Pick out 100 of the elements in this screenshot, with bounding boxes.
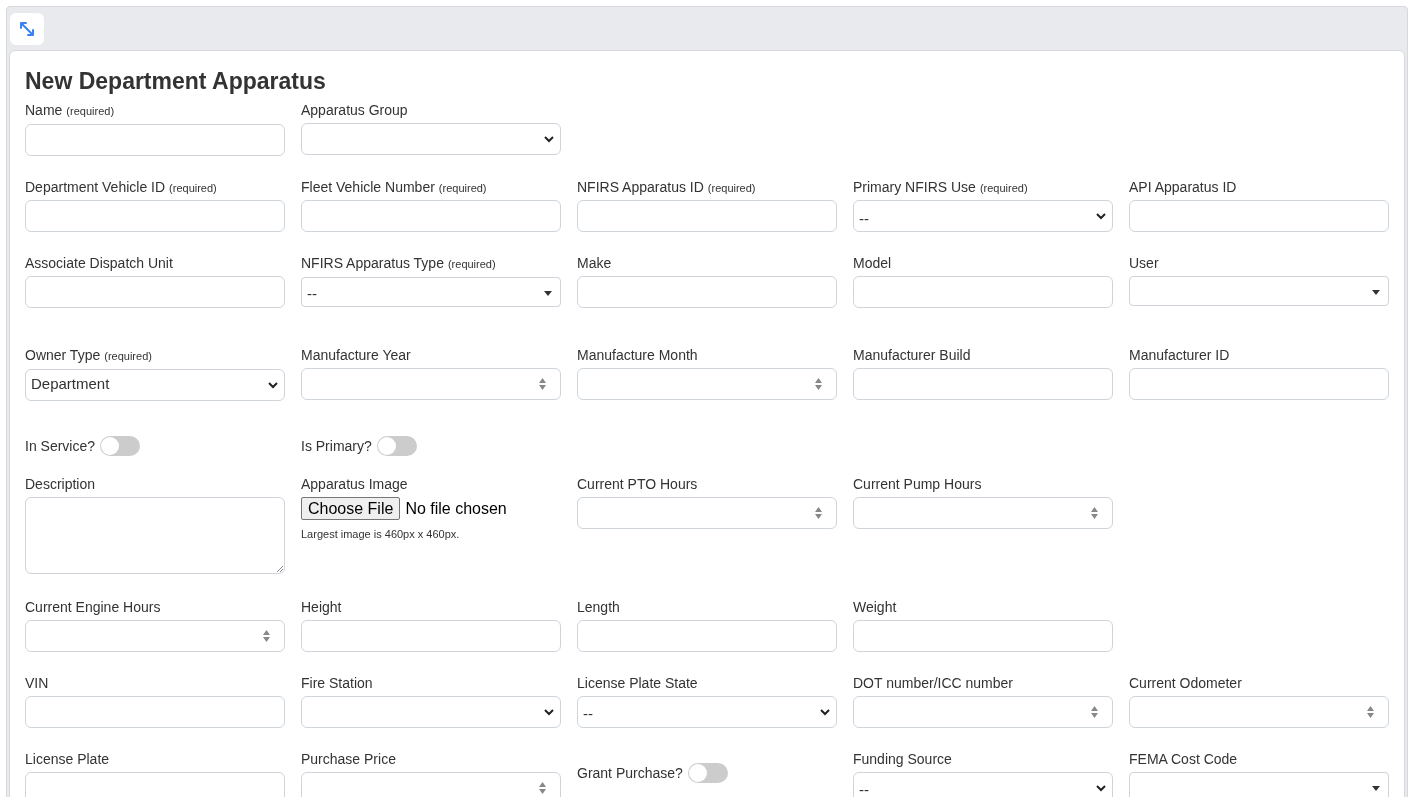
field-label: Height [301, 597, 342, 616]
spinner-arrows-icon [1367, 705, 1374, 718]
required-note: (required) [707, 180, 756, 196]
resize-handle-icon [276, 564, 283, 572]
field-value: -- [858, 780, 869, 797]
number-field[interactable] [301, 771, 561, 797]
field-label: License Plate [25, 749, 110, 768]
expand-icon [18, 20, 36, 38]
chevron-down-icon [544, 707, 554, 716]
chevron-down-icon [268, 380, 278, 389]
field-value: -- [858, 208, 869, 229]
field-label: User [1129, 254, 1159, 272]
field-label: Department Vehicle ID [25, 177, 166, 196]
required-note: (required) [447, 257, 496, 272]
spinner-arrows-icon [815, 378, 822, 390]
chevron-down-icon [820, 707, 830, 716]
toggle-switch[interactable] [376, 435, 417, 456]
toggle-switch[interactable] [100, 435, 141, 456]
number-field[interactable] [1129, 695, 1389, 728]
text-field[interactable] [577, 200, 837, 232]
caret-down-icon [1372, 290, 1380, 295]
text-field[interactable] [301, 619, 561, 652]
field-label: Associate Dispatch Unit [25, 254, 173, 272]
chevron-down-icon [544, 135, 554, 143]
field-label: Owner Type [25, 346, 101, 364]
field-label: Manufacturer Build [853, 346, 971, 364]
text-field[interactable] [853, 619, 1113, 652]
help-text: Largest image is 460px x 460px. [301, 526, 461, 542]
select-field[interactable]: -- [853, 771, 1113, 797]
field-label: Manufacturer ID [1129, 346, 1230, 364]
select-field[interactable] [301, 695, 561, 728]
text-field[interactable] [1129, 199, 1389, 232]
textarea-field[interactable] [25, 496, 285, 574]
number-field[interactable] [853, 496, 1113, 529]
text-field[interactable] [301, 200, 561, 232]
chevron-down-icon [1096, 783, 1106, 792]
caret-down-icon [1372, 785, 1380, 791]
choose-file-button[interactable]: Choose File [301, 497, 401, 520]
dropdown-field[interactable] [1129, 276, 1389, 306]
form-title: New Department Apparatus [25, 67, 327, 96]
number-field[interactable] [301, 368, 561, 400]
text-field[interactable] [853, 368, 1113, 400]
spinner-arrows-icon [539, 378, 546, 390]
field-value: -- [582, 704, 593, 725]
required-note: (required) [104, 349, 152, 364]
file-status: No file chosen [405, 498, 507, 519]
field-label: Make [577, 254, 612, 272]
field-label: In Service? [25, 436, 96, 455]
text-field[interactable] [25, 771, 285, 797]
field-label: Apparatus Image [301, 474, 408, 493]
field-label: Purchase Price [301, 749, 396, 768]
field-label: Is Primary? [301, 436, 372, 455]
dropdown-field[interactable] [1129, 771, 1389, 797]
field-label: VIN [25, 673, 49, 692]
field-label: API Apparatus ID [1129, 177, 1237, 196]
field-label: Current Odometer [1129, 673, 1242, 692]
field-label: NFIRS Apparatus ID [577, 177, 704, 196]
required-note: (required) [169, 180, 217, 196]
text-field[interactable] [25, 200, 285, 232]
field-label: Current PTO Hours [577, 474, 698, 493]
text-field[interactable] [577, 276, 837, 308]
field-label: Funding Source [853, 749, 952, 768]
number-field[interactable] [853, 695, 1113, 728]
chevron-down-icon [1096, 212, 1106, 220]
field-label: License Plate State [577, 673, 698, 692]
field-label: Current Engine Hours [25, 597, 161, 616]
field-label: Weight [853, 597, 897, 616]
field-label: Manufacture Month [577, 346, 698, 364]
select-field[interactable]: -- [577, 695, 837, 728]
field-label: Description [25, 474, 96, 493]
field-label: Name [25, 101, 63, 119]
text-field[interactable] [1129, 368, 1389, 400]
dropdown-field[interactable]: -- [301, 276, 561, 307]
text-field[interactable] [25, 123, 285, 156]
number-field[interactable] [577, 496, 837, 529]
spinner-arrows-icon [263, 629, 270, 642]
field-label: DOT number/ICC number [853, 673, 1013, 692]
field-label: Manufacture Year [301, 346, 411, 364]
text-field[interactable] [577, 619, 837, 652]
text-field[interactable] [853, 276, 1113, 308]
spinner-arrows-icon [815, 506, 822, 519]
field-label: FEMA Cost Code [1129, 749, 1238, 768]
text-field[interactable] [25, 276, 285, 308]
field-label: Fleet Vehicle Number [301, 177, 435, 196]
number-field[interactable] [577, 368, 837, 400]
spinner-arrows-icon [539, 781, 546, 794]
toggle-switch[interactable] [687, 762, 728, 783]
select-field[interactable]: -- [853, 200, 1113, 232]
required-note: (required) [979, 180, 1028, 196]
required-note: (required) [438, 180, 487, 196]
required-note: (required) [66, 104, 115, 119]
select-field[interactable]: Department [25, 368, 285, 401]
field-label: NFIRS Apparatus Type [301, 254, 444, 272]
spinner-arrows-icon [1091, 705, 1098, 718]
number-field[interactable] [25, 619, 285, 652]
select-field[interactable] [301, 123, 561, 155]
field-label: Grant Purchase? [577, 763, 683, 782]
text-field[interactable] [25, 695, 285, 728]
expand-button[interactable] [10, 13, 44, 45]
field-label: Length [577, 597, 620, 616]
